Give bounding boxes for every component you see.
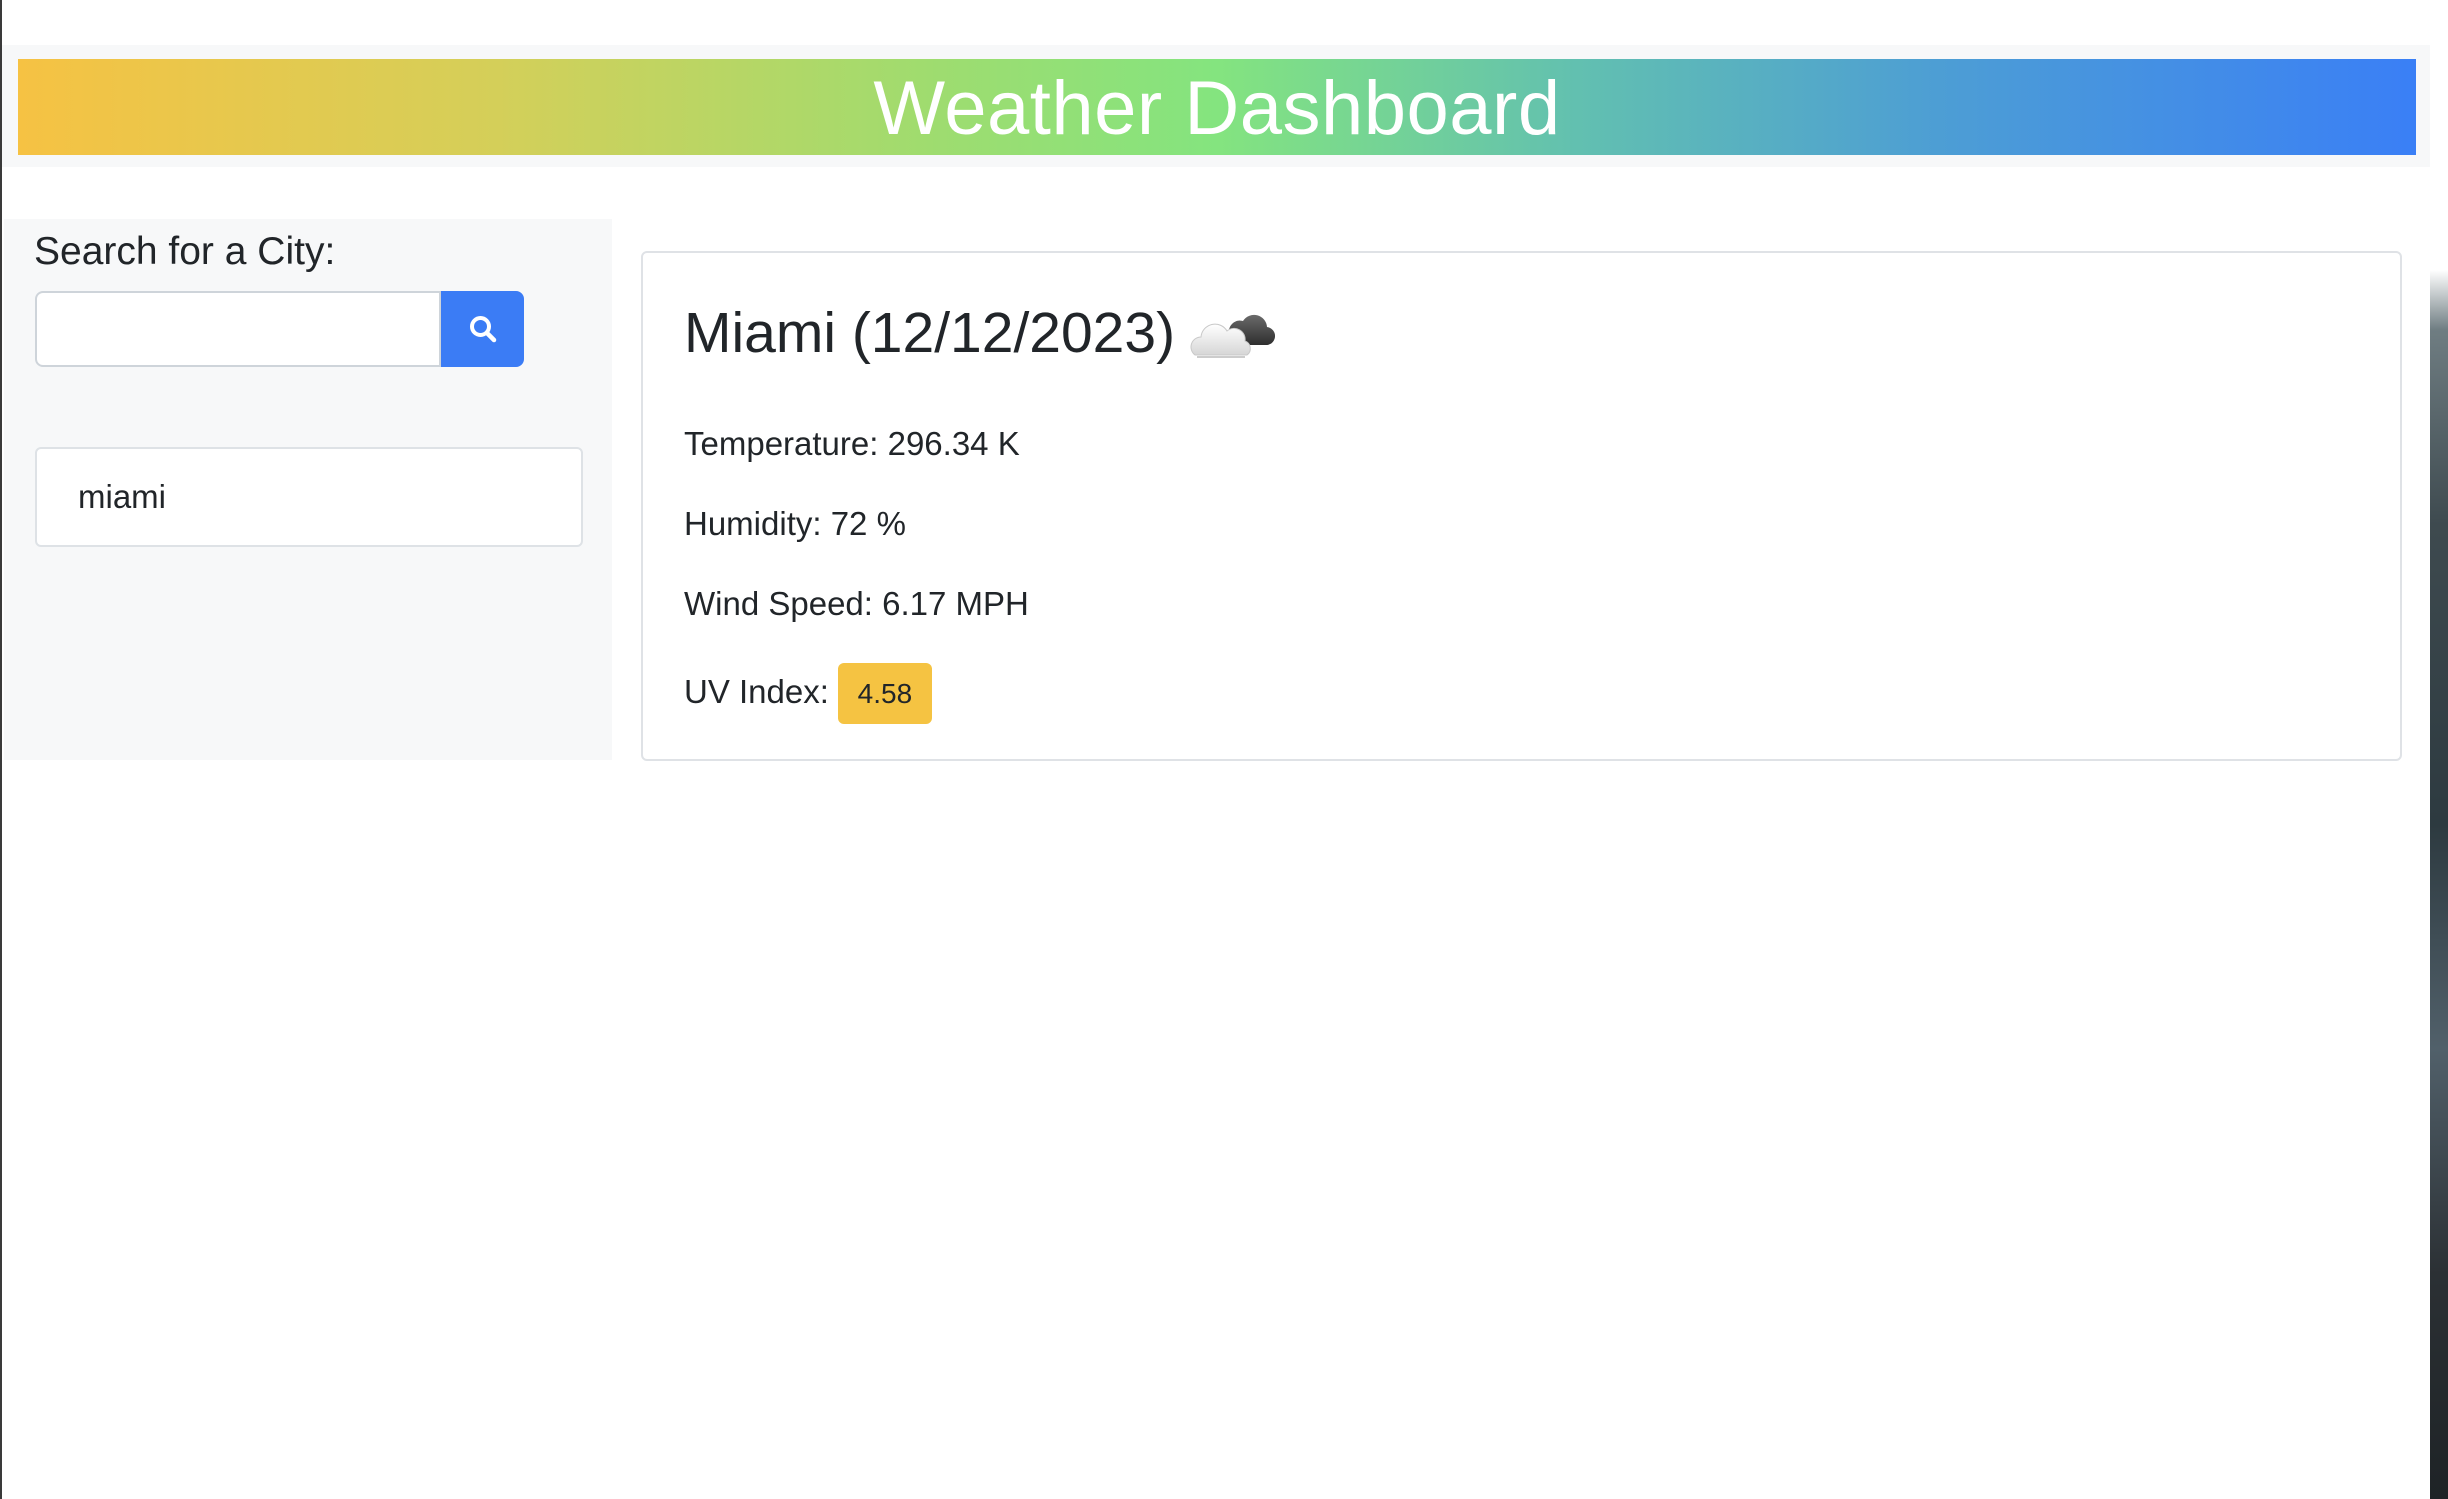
city-heading: Miami (12/12/2023) — [684, 300, 1276, 365]
search-sidebar: Search for a City: miami — [4, 219, 612, 760]
cloud-icon — [1190, 314, 1276, 358]
search-label: Search for a City: — [34, 230, 336, 273]
temperature-text: Temperature: 296.34 K — [684, 425, 1020, 462]
uv-index-label: UV Index: — [684, 672, 829, 710]
humidity-text: Humidity: 72 % — [684, 505, 906, 542]
page-title: Weather Dashboard — [873, 66, 1561, 151]
uv-index-row: UV Index: 4.58 — [684, 659, 932, 724]
city-date-title: Miami (12/12/2023) — [684, 300, 1176, 365]
search-icon — [469, 316, 496, 343]
history-item-miami[interactable]: miami — [35, 447, 583, 547]
page-header: Weather Dashboard — [18, 59, 2416, 155]
uv-index-badge: 4.58 — [837, 663, 932, 724]
city-search-input[interactable] — [35, 291, 441, 367]
desktop-background-edge — [2430, 0, 2448, 1499]
browser-window: Weather Dashboard Search for a City: mia… — [0, 0, 2432, 1499]
search-button[interactable] — [441, 291, 524, 367]
wind-speed-text: Wind Speed: 6.17 MPH — [684, 585, 1029, 622]
current-weather-card: Miami (12/12/2023) Temperature: 296.34 K… — [641, 251, 2402, 761]
